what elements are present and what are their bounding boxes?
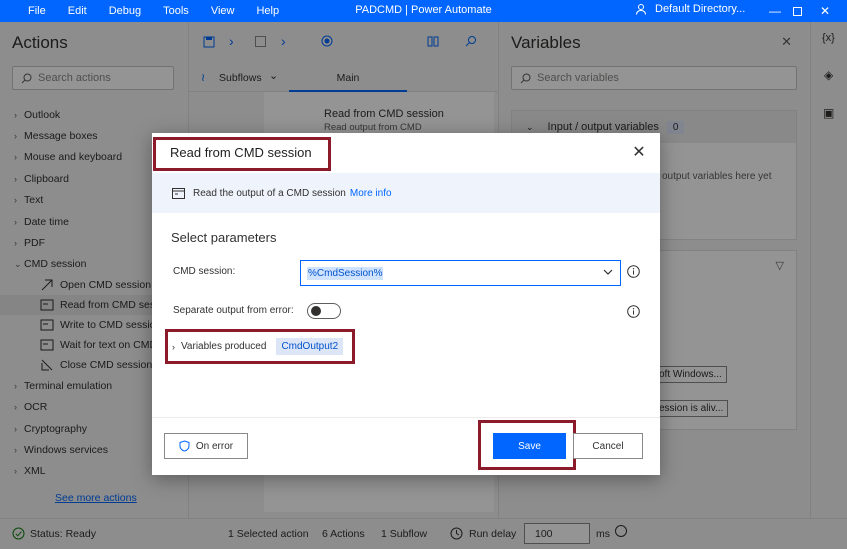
highlight-variables [165, 329, 355, 364]
info-icon[interactable] [627, 265, 640, 278]
on-error-button[interactable]: On error [164, 433, 248, 459]
directory-account[interactable]: Default Directory... [635, 3, 745, 15]
menu-debug[interactable]: Debug [109, 5, 141, 17]
toggle-knob [311, 306, 321, 316]
menu-bar: File Edit Debug Tools View Help [28, 5, 301, 17]
dialog-footer-divider [152, 417, 660, 418]
section-title: Select parameters [171, 230, 277, 245]
highlight-save [478, 420, 576, 470]
cmd-session-select[interactable]: %CmdSession% [300, 260, 621, 286]
separate-output-toggle[interactable] [307, 303, 341, 319]
title-bar: File Edit Debug Tools View Help PADCMD |… [0, 0, 847, 22]
info-icon[interactable] [627, 305, 640, 318]
directory-name: Default Directory... [655, 3, 746, 15]
more-info-link[interactable]: More info [350, 188, 392, 199]
menu-help[interactable]: Help [256, 5, 279, 17]
dialog-description: Read the output of a CMD session [193, 187, 346, 199]
terminal-icon [172, 187, 185, 199]
cancel-button[interactable]: Cancel [573, 433, 643, 459]
highlight-title [153, 137, 331, 171]
maximize-icon [792, 6, 802, 16]
menu-tools[interactable]: Tools [163, 5, 189, 17]
chevron-down-icon [603, 269, 613, 275]
dialog-close-button[interactable]: ✕ [630, 143, 648, 161]
menu-edit[interactable]: Edit [68, 5, 87, 17]
read-cmd-dialog: Read from CMD session ✕ Read the output … [152, 133, 660, 475]
shield-icon [179, 440, 190, 452]
menu-file[interactable]: File [28, 5, 46, 17]
close-icon: ✕ [819, 4, 831, 18]
separate-output-label: Separate output from error: [173, 305, 294, 316]
dialog-info-strip: Read the output of a CMD session More in… [152, 173, 660, 213]
cmd-session-value: %CmdSession% [307, 266, 384, 280]
close-window-button[interactable]: ✕ [803, 0, 847, 22]
cmd-session-label: CMD session: [173, 266, 236, 277]
on-error-label: On error [195, 440, 234, 452]
close-icon: ✕ [632, 144, 646, 161]
menu-view[interactable]: View [211, 5, 235, 17]
person-icon [636, 4, 646, 15]
